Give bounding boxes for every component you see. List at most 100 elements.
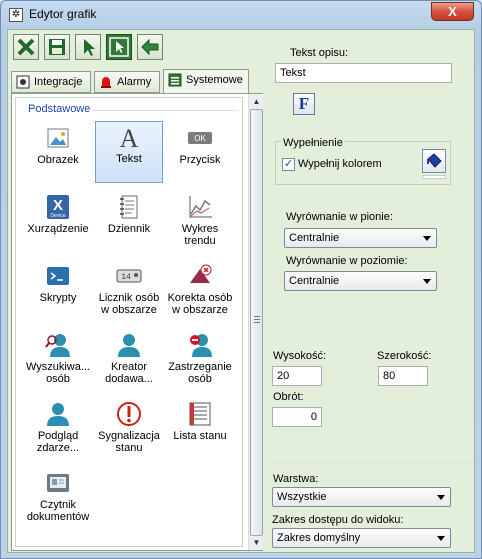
palette-item-podglad-zdarzen[interactable]: Podgląd zdarze... [24,399,92,461]
layer-select[interactable]: Wszystkie [272,487,451,507]
close-editor-button[interactable] [13,34,39,60]
access-value: Zakres domyślny [277,532,361,544]
tab-label: Alarmy [117,76,152,88]
palette-item-licznik-osob[interactable]: 14 Licznik osób w obszarze [95,261,163,323]
journal-icon [120,195,138,219]
palette-item-obrazek[interactable]: Obrazek [24,123,92,185]
person-block-icon [190,334,212,357]
editor-window: ✲ Edytor grafik X Integracje Alarmy Syst… [0,0,482,559]
tab-label: Systemowe [186,74,243,86]
height-input[interactable]: 20 [272,366,322,386]
access-label: Zakres dostępu do widoku: [272,514,404,526]
item-label: Wyszukiwa... osób [25,361,91,385]
section-title: Podstawowe [28,103,91,115]
counter-icon: 14 [116,269,142,283]
alarm-bell-icon [101,77,111,88]
counter-icon-digits: 14 [121,273,131,282]
scroll-thumb[interactable] [250,109,263,536]
item-label: Xurządzenie [27,223,89,235]
select-cursor-icon [109,37,129,57]
paint-bucket-icon [427,153,442,168]
width-label: Szerokość: [377,350,432,362]
palette-item-wyszukiwanie-osob[interactable]: Wyszukiwa... osób [24,330,92,392]
palette-list: Podstawowe Obrazek A Tekst OK Przycisk X… [15,97,243,547]
rotation-input[interactable]: 0 [272,407,322,427]
button-icon-text: OK [194,134,206,143]
fill-color-button[interactable] [422,149,446,173]
item-label: Wykres trendu [181,223,219,247]
back-arrow-icon [141,38,159,56]
item-label: Dziennik [107,223,151,235]
image-icon [47,128,69,148]
save-button[interactable] [44,34,70,60]
device-icon-x: X [53,197,63,214]
item-label: Podgląd zdarze... [36,430,80,454]
correction-icon [190,264,212,283]
person-add-icon [118,334,140,357]
palette-item-skrypty[interactable]: Skrypty [24,261,92,323]
window-close-button[interactable]: X [431,2,474,21]
window-title: Edytor grafik [29,7,97,21]
svg-text:A: A [120,124,139,150]
palette-item-dziennik[interactable]: Dziennik [95,192,163,254]
scroll-up-arrow-icon[interactable]: ▲ [249,94,264,109]
select-tool-button[interactable] [106,34,132,60]
palette-item-xurzadzenie[interactable]: X Device Xurządzenie [24,192,92,254]
item-label: Lista stanu [173,430,227,442]
chevron-down-icon [437,495,445,500]
halign-value: Centralnie [289,275,340,287]
person-view-icon [47,403,69,426]
halign-select[interactable]: Centralnie [284,271,437,291]
width-input[interactable]: 80 [378,366,428,386]
tab-integracje[interactable]: Integracje [11,71,91,93]
palette-scrollbar[interactable]: ▲ ▼ [248,94,263,550]
item-label: Sygnalizacja stanu [98,430,160,454]
back-button[interactable] [137,34,163,60]
palette-item-kreator-dodawania[interactable]: Kreator dodawa... [95,330,163,392]
palette-item-wykres-trendu[interactable]: Wykres trendu [166,192,234,254]
system-icon [168,73,182,87]
valign-select[interactable]: Centralnie [284,228,437,248]
palette-item-tekst[interactable]: A Tekst [95,121,163,183]
item-label: Zastrzeganie osób [168,361,232,385]
palette-item-czytnik-dokumentow[interactable]: Czytnik dokumentów [24,468,92,530]
device-icon-sub: Device [50,213,66,219]
fill-checkbox-label: Wypełnij kolorem [298,158,382,170]
tab-label: Integracje [34,76,83,88]
document-reader-icon [47,474,69,492]
palette-item-korekta-osob[interactable]: Korekta osób w obszarze [166,261,234,323]
script-icon [47,267,69,285]
rotation-label: Obrót: [273,391,304,403]
text-icon: A [120,124,139,150]
palette-item-lista-stanu[interactable]: Lista stanu [166,399,234,461]
title-bar[interactable]: ✲ Edytor grafik X [1,1,481,29]
item-label: Tekst [116,153,142,165]
app-icon: ✲ [9,8,23,22]
item-label: Kreator dodawa... [105,361,153,385]
fill-color-preview [422,175,446,179]
tab-systemowe[interactable]: Systemowe [163,69,249,94]
chevron-down-icon [423,279,431,284]
item-label: Licznik osób w obszarze [98,292,160,316]
item-label: Czytnik dokumentów [26,499,90,523]
access-select[interactable]: Zakres domyślny [272,528,451,548]
pointer-tool-button[interactable] [75,34,101,60]
scroll-down-arrow-icon[interactable]: ▼ [249,535,264,550]
button-icon: OK [188,132,212,144]
font-button[interactable]: F [293,93,315,115]
valign-value: Centralnie [289,232,340,244]
layer-value: Wszystkie [277,491,327,503]
alert-icon [117,402,141,426]
text-label: Tekst opisu: [290,47,349,59]
item-label: Skrypty [39,292,77,304]
palette-item-sygnalizacja-stanu[interactable]: Sygnalizacja stanu [95,399,163,461]
fill-checkbox[interactable]: ✓ [282,158,295,171]
palette-item-przycisk[interactable]: OK Przycisk [166,123,234,185]
height-label: Wysokość: [273,350,327,362]
palette-item-zastrzeganie-osob[interactable]: Zastrzeganie osób [166,330,234,392]
palette-panel: Podstawowe Obrazek A Tekst OK Przycisk X… [11,93,263,551]
tab-alarmy[interactable]: Alarmy [94,71,160,93]
halign-label: Wyrównanie w poziomie: [286,255,408,267]
person-search-icon [45,334,70,357]
text-input[interactable]: Tekst [275,63,452,83]
